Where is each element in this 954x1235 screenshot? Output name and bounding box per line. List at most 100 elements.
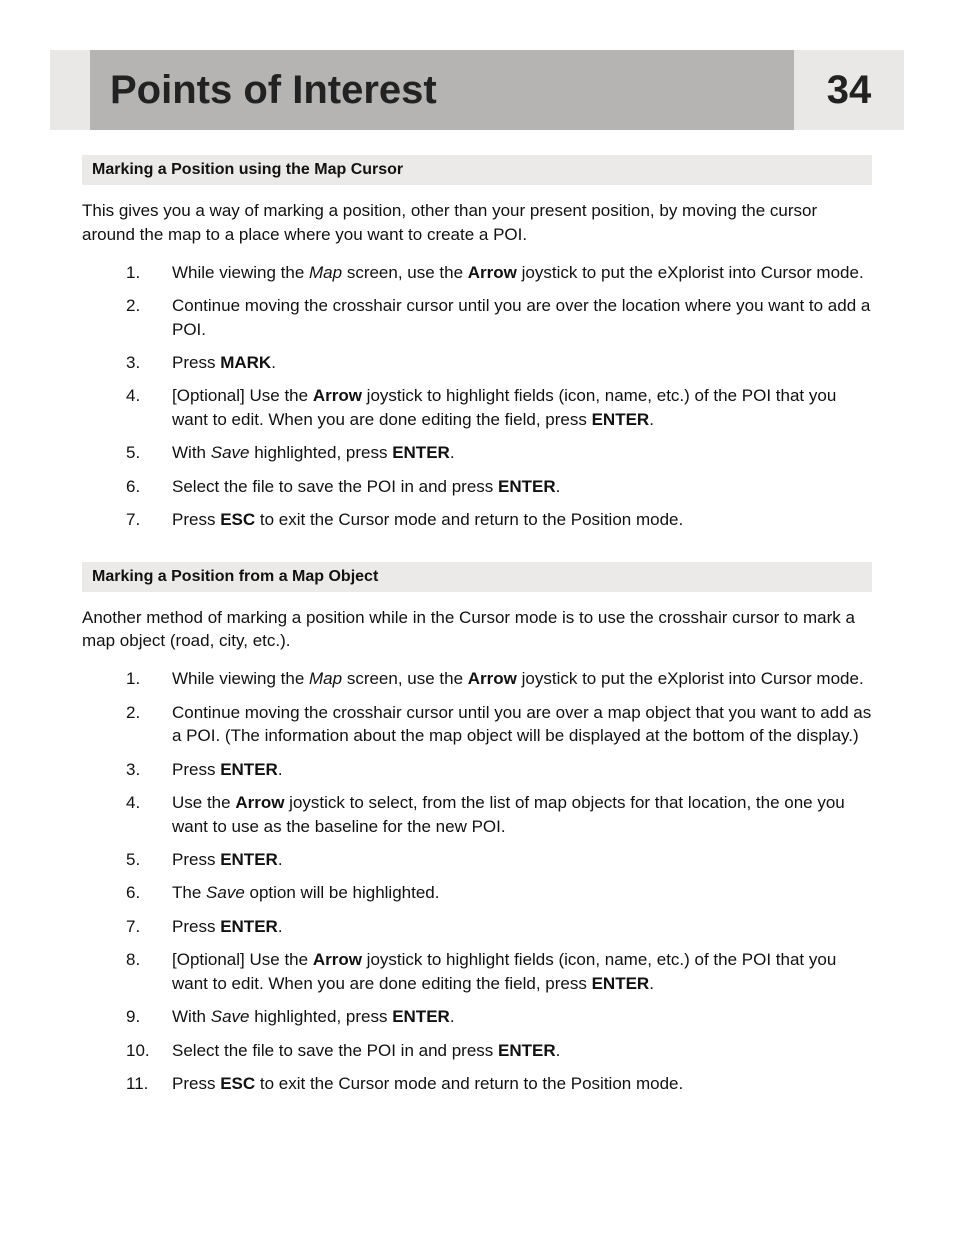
step-number: 1. [126, 667, 156, 690]
step-number: 8. [126, 948, 156, 971]
page-number-box: 34 [794, 50, 904, 130]
step-text: Save [211, 443, 250, 462]
step-text: ESC [220, 1074, 255, 1093]
section-heading: Marking a Position from a Map Object [82, 562, 872, 592]
step-text: Continue moving the crosshair cursor unt… [172, 296, 870, 338]
step-text: ENTER [498, 1041, 556, 1060]
step-item: 8.[Optional] Use the Arrow joystick to h… [126, 948, 872, 995]
step-item: 10. Select the file to save the POI in an… [126, 1039, 872, 1062]
step-text: Press [172, 1074, 220, 1093]
step-text: Save [211, 1007, 250, 1026]
step-text: With [172, 1007, 211, 1026]
step-text: While viewing the [172, 669, 309, 688]
step-number: 5. [126, 441, 156, 464]
step-number: 7. [126, 915, 156, 938]
step-text: . [450, 1007, 455, 1026]
title-row: Points of Interest 34 [50, 50, 904, 130]
step-text: Press [172, 850, 220, 869]
step-text: ENTER [392, 1007, 450, 1026]
step-text: joystick to put the eXplorist into Curso… [517, 669, 864, 688]
step-text: [Optional] Use the [172, 950, 313, 969]
step-number: 1. [126, 261, 156, 284]
step-number: 11. [126, 1072, 156, 1095]
step-text: While viewing the [172, 263, 309, 282]
step-text: The [172, 883, 206, 902]
step-text: MARK [220, 353, 271, 372]
step-item: 7.Press ENTER. [126, 915, 872, 938]
step-text: ENTER [220, 760, 278, 779]
step-item: 4.[Optional] Use the Arrow joystick to h… [126, 384, 872, 431]
step-text: ENTER [498, 477, 556, 496]
step-item: 3. Press MARK. [126, 351, 872, 374]
step-text: Use the [172, 793, 235, 812]
page-title: Points of Interest [110, 68, 437, 113]
step-text: . [649, 974, 654, 993]
step-text: . [278, 850, 283, 869]
section-heading: Marking a Position using the Map Cursor [82, 155, 872, 185]
section-intro: This gives you a way of marking a positi… [82, 199, 872, 247]
step-text: Select the file to save the POI in and p… [172, 477, 498, 496]
step-text: to exit the Cursor mode and return to th… [255, 510, 683, 529]
page-header: Points of Interest 34 [50, 50, 904, 130]
step-number: 3. [126, 351, 156, 374]
step-text: ENTER [592, 974, 650, 993]
step-list-0: 1.While viewing the Map screen, use the … [82, 261, 872, 532]
step-item: 1.While viewing the Map screen, use the … [126, 667, 872, 690]
step-text: ENTER [220, 850, 278, 869]
step-number: 6. [126, 475, 156, 498]
step-text: Arrow [468, 669, 517, 688]
step-item: 4.Use the Arrow joystick to select, from… [126, 791, 872, 838]
step-text: Map [309, 669, 342, 688]
content: Marking a Position using the Map Cursor … [50, 155, 904, 1096]
step-text: Arrow [313, 950, 362, 969]
step-text: ENTER [220, 917, 278, 936]
step-text: Continue moving the crosshair cursor unt… [172, 703, 871, 745]
step-text: ESC [220, 510, 255, 529]
step-item: 5. Press ENTER. [126, 848, 872, 871]
step-text: . [556, 1041, 561, 1060]
step-number: 6. [126, 881, 156, 904]
step-text: Arrow [235, 793, 284, 812]
page: Points of Interest 34 Marking a Position… [0, 50, 954, 1186]
step-item: 6. Select the file to save the POI in and… [126, 475, 872, 498]
step-number: 9. [126, 1005, 156, 1028]
step-text: to exit the Cursor mode and return to th… [255, 1074, 683, 1093]
step-text: highlighted, press [249, 1007, 392, 1026]
step-item: 6.The Save option will be highlighted. [126, 881, 872, 904]
step-number: 4. [126, 384, 156, 407]
step-text: screen, use the [342, 263, 468, 282]
step-text: ENTER [592, 410, 650, 429]
step-item: 11. Press ESC to exit the Cursor mode and… [126, 1072, 872, 1095]
step-item: 2.Continue moving the crosshair cursor u… [126, 294, 872, 341]
step-number: 10. [126, 1039, 156, 1062]
step-item: 1.While viewing the Map screen, use the … [126, 261, 872, 284]
step-text: Arrow [313, 386, 362, 405]
step-text: Press [172, 353, 220, 372]
step-text: . [450, 443, 455, 462]
step-item: 3. Press ENTER. [126, 758, 872, 781]
step-text: With [172, 443, 211, 462]
section-intro: Another method of marking a position whi… [82, 606, 872, 654]
step-item: 9. With Save highlighted, press ENTER. [126, 1005, 872, 1028]
step-list-1: 1.While viewing the Map screen, use the … [82, 667, 872, 1095]
step-text: Press [172, 510, 220, 529]
step-text: Select the file to save the POI in and p… [172, 1041, 498, 1060]
step-text: . [278, 917, 283, 936]
step-text: ENTER [392, 443, 450, 462]
title-bar: Points of Interest [90, 50, 794, 130]
step-text: Map [309, 263, 342, 282]
step-item: 5.With Save highlighted, press ENTER. [126, 441, 872, 464]
step-text: . [649, 410, 654, 429]
step-text: joystick to put the eXplorist into Curso… [517, 263, 864, 282]
step-text: Arrow [468, 263, 517, 282]
step-number: 5. [126, 848, 156, 871]
step-number: 4. [126, 791, 156, 814]
step-text: . [271, 353, 276, 372]
step-text: . [278, 760, 283, 779]
step-item: 7.Press ESC to exit the Cursor mode and … [126, 508, 872, 531]
step-number: 2. [126, 701, 156, 724]
step-item: 2. Continue moving the crosshair cursor u… [126, 701, 872, 748]
step-text: [Optional] Use the [172, 386, 313, 405]
step-number: 3. [126, 758, 156, 781]
step-text: Press [172, 760, 220, 779]
